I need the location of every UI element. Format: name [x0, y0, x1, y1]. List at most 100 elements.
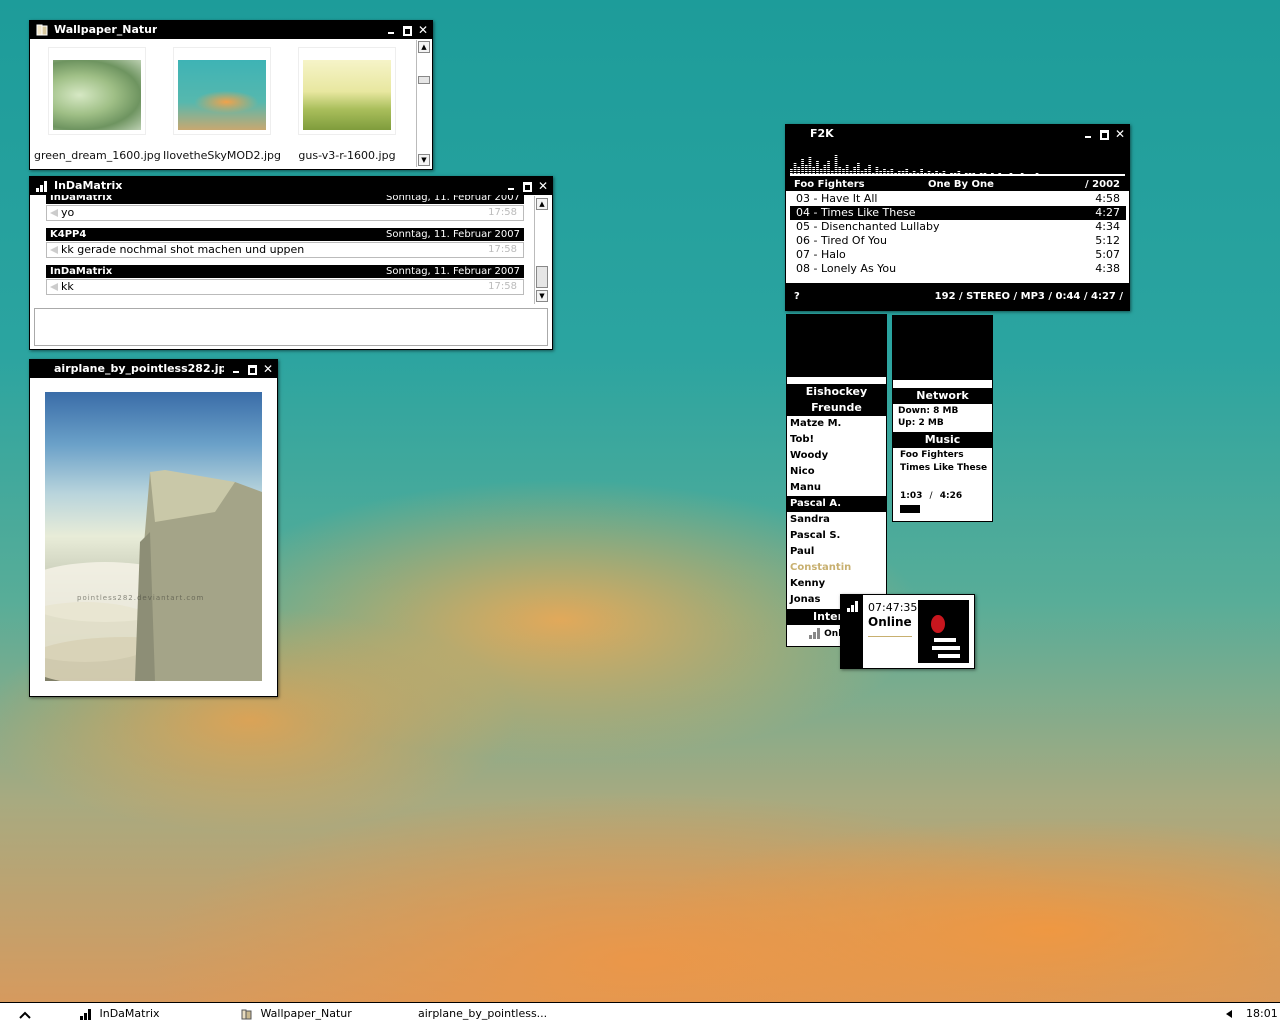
chat-window-titlebar[interactable]: InDaMatrix ✕: [30, 177, 552, 195]
spectrum-bar: [864, 173, 868, 174]
spectrum-bar: [797, 173, 801, 174]
playlist-row[interactable]: 03 - Have It All 4:58: [790, 192, 1126, 206]
thumbnail-item[interactable]: [173, 47, 271, 135]
spectrum-bar: [827, 167, 830, 168]
scroll-up-button[interactable]: ▲: [418, 41, 430, 53]
playlist-row[interactable]: 06 - Tired Of You 5:12: [790, 234, 1126, 248]
maximize-button[interactable]: [402, 25, 412, 36]
image-viewer-titlebar[interactable]: airplane_by_pointless282.jpg (J... ✕: [30, 360, 277, 378]
thumbnail-label: gus-v3-r-1600.jpg: [298, 149, 396, 162]
chat-input[interactable]: [34, 308, 548, 346]
close-button[interactable]: ✕: [1115, 128, 1125, 140]
close-button[interactable]: ✕: [263, 363, 273, 375]
minimize-button[interactable]: [231, 364, 241, 374]
thumbnail-item[interactable]: [298, 47, 396, 135]
spectrum-bar: [935, 171, 938, 172]
music-total: 4:26: [939, 491, 963, 501]
start-button[interactable]: [18, 1003, 32, 1025]
taskbar-clock[interactable]: 18:01: [1246, 1003, 1278, 1025]
buddy-item[interactable]: Sandra: [787, 512, 886, 528]
minimize-button[interactable]: [386, 25, 396, 35]
player-titlebar[interactable]: F2K ✕: [786, 125, 1129, 143]
spectrum-bar: [901, 171, 905, 172]
spectrum-bar: [968, 173, 972, 174]
buddy-item[interactable]: Woody: [787, 448, 886, 464]
playlist-row[interactable]: 04 - Times Like These 4:27: [790, 206, 1126, 220]
popup-sidebar: [841, 595, 863, 668]
spectrum-bar: [823, 169, 827, 170]
spectrum-bar: [927, 173, 931, 174]
spectrum-bar: [808, 159, 812, 160]
buddy-item[interactable]: Manu: [787, 480, 886, 496]
buddy-item[interactable]: Tob!: [787, 432, 886, 448]
message-date: Sonntag, 11. Februar 2007: [386, 266, 520, 277]
spectrum-bar: [808, 165, 812, 166]
taskbar-item-chat[interactable]: InDaMatrix: [80, 1003, 160, 1025]
spectrum-bar: [823, 167, 827, 168]
spectrum-bar: [909, 173, 912, 174]
buddy-item[interactable]: Matze M.: [787, 416, 886, 432]
popup-divider: [868, 636, 912, 637]
tray-arrow[interactable]: [1226, 1003, 1232, 1025]
spectrum-bar: [842, 173, 845, 174]
buddy-item[interactable]: Nico: [787, 464, 886, 480]
thumbnail-item[interactable]: [48, 47, 146, 135]
vertical-scrollbar[interactable]: ▲ ▼: [416, 40, 430, 167]
maximize-button[interactable]: [247, 364, 257, 375]
spectrum-bar: [857, 163, 860, 164]
spectrum-bar: [808, 161, 812, 162]
minimize-button[interactable]: [506, 181, 516, 191]
buddy-item[interactable]: Constantin: [787, 560, 886, 576]
player-window[interactable]: F2K ✕ Foo Fighters One By One / 2002 03 …: [785, 124, 1130, 311]
message-date: Sonntag, 11. Februar 2007: [386, 229, 520, 240]
buddy-item[interactable]: Kenny: [787, 576, 886, 592]
scroll-thumb[interactable]: [536, 266, 548, 288]
playlist-row[interactable]: 05 - Disenchanted Lullaby 4:34: [790, 220, 1126, 234]
spectrum-bar: [823, 165, 827, 166]
album-year: / 2002: [1085, 179, 1120, 190]
chat-window[interactable]: InDaMatrix ✕ InDaMatrix Sonntag, 11. Feb…: [29, 176, 553, 350]
spectrum-bar: [838, 169, 842, 170]
spectrum-bar: [905, 173, 909, 174]
playlist-row[interactable]: 08 - Lonely As You 4:38: [790, 262, 1126, 276]
scroll-up-button[interactable]: ▲: [536, 198, 548, 210]
buddy-item[interactable]: Pascal A.: [787, 496, 886, 512]
wallpaper-window-titlebar[interactable]: Wallpaper_Natur ✕: [30, 21, 432, 39]
taskbar-item-wallpaper[interactable]: Wallpaper_Natur: [241, 1003, 352, 1025]
image-viewer-window[interactable]: airplane_by_pointless282.jpg (J... ✕ poi…: [29, 359, 278, 697]
taskbar-item-image[interactable]: airplane_by_pointless...: [418, 1003, 547, 1025]
spectrum-bar: [857, 173, 860, 174]
info-panel: Network Down: 8 MB Up: 2 MB Music Foo Fi…: [892, 315, 993, 522]
spectrum-bar: [920, 173, 923, 174]
notification-popup[interactable]: 07:47:35 Online: [840, 594, 975, 669]
group-header[interactable]: Eishockey Freunde: [787, 384, 886, 416]
minimize-button[interactable]: [1083, 129, 1093, 139]
spectrum-bar: [886, 173, 890, 174]
scroll-down-button[interactable]: ▼: [418, 154, 430, 166]
spectrum-bar: [793, 163, 797, 164]
spectrum-bar: [853, 167, 856, 168]
scroll-thumb[interactable]: [418, 76, 430, 84]
spectrum-bar: [801, 165, 804, 166]
music-track: Times Like These: [900, 463, 988, 473]
buddy-item[interactable]: Pascal S.: [787, 528, 886, 544]
wallpaper-window[interactable]: Wallpaper_Natur ✕ green_dream_1600.jpg I…: [29, 20, 433, 170]
taskbar-item-label: airplane_by_pointless...: [418, 1007, 548, 1020]
buddy-item[interactable]: Paul: [787, 544, 886, 560]
spectrum-bar: [868, 165, 871, 166]
close-button[interactable]: ✕: [418, 24, 428, 36]
spectrum-bar: [983, 173, 987, 174]
spectrum-bar: [857, 167, 860, 168]
maximize-button[interactable]: [522, 181, 532, 192]
maximize-button[interactable]: [1099, 129, 1109, 140]
chat-scrollbar[interactable]: ▲ ▼: [534, 196, 548, 304]
spectrum-bar: [819, 171, 823, 172]
playlist-row[interactable]: 07 - Halo 5:07: [790, 248, 1126, 262]
scroll-down-button[interactable]: ▼: [536, 290, 548, 302]
spectrum-bar: [812, 173, 815, 174]
message-body: kk 17:58: [46, 279, 524, 295]
status-help[interactable]: ?: [794, 287, 800, 307]
close-button[interactable]: ✕: [538, 180, 548, 192]
spectrum-bar: [819, 169, 823, 170]
music-time: 1:03 / 4:26: [900, 491, 962, 501]
